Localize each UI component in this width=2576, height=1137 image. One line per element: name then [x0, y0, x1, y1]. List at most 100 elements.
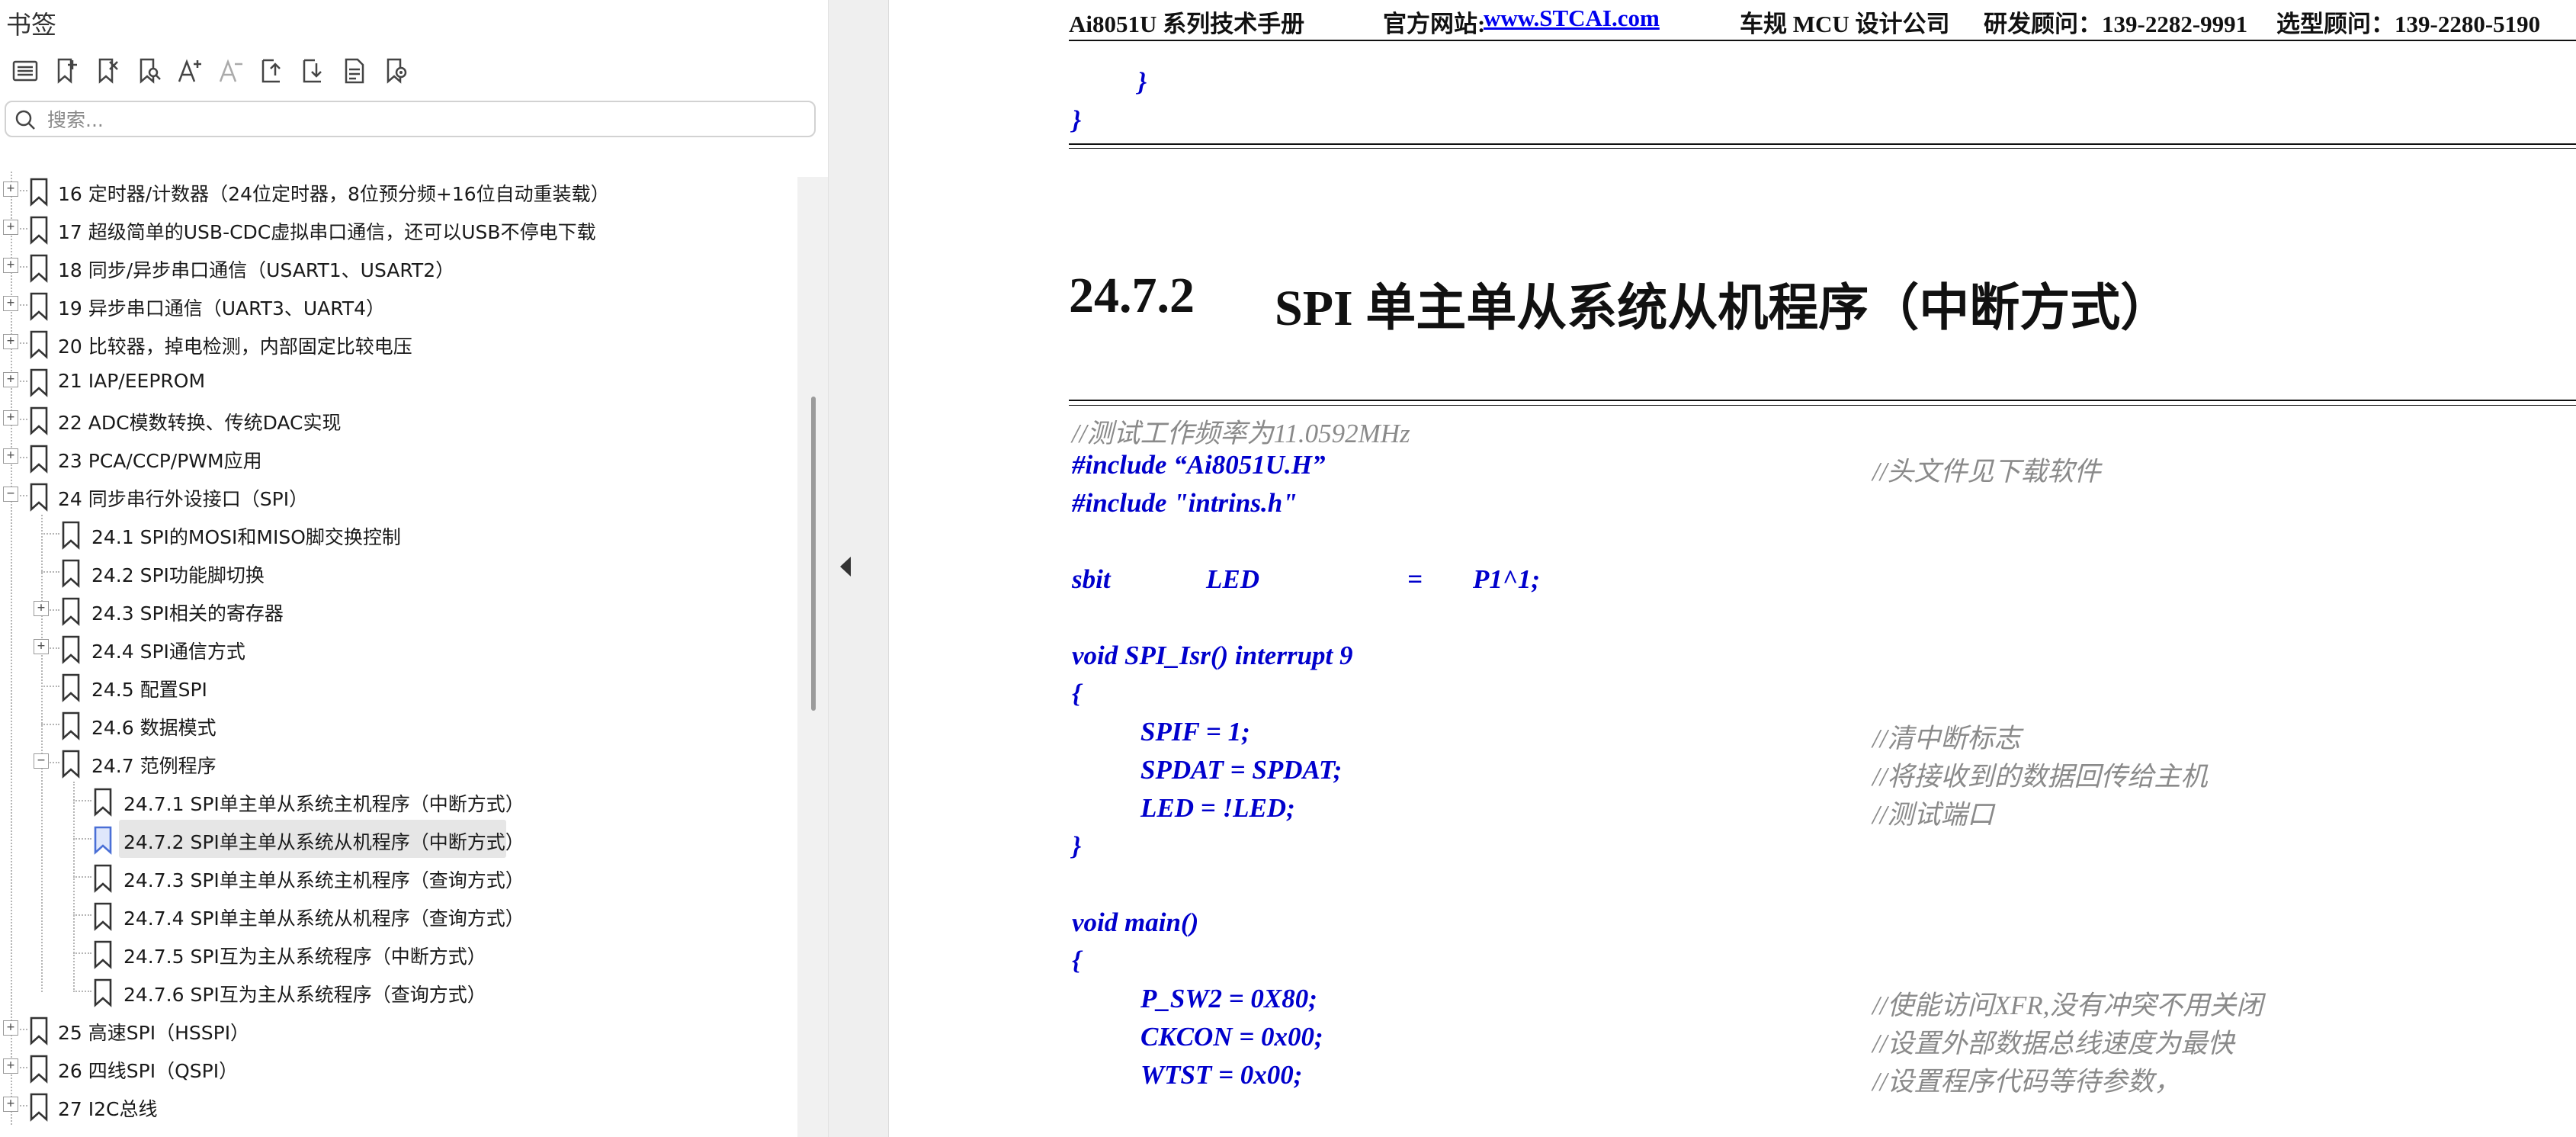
search-icon [15, 110, 35, 130]
expand-icon[interactable]: + [3, 1097, 18, 1112]
tree-item-label: 26 四线SPI（QSPI） [58, 1060, 239, 1082]
collapse-icon[interactable]: − [34, 753, 49, 769]
bookmark-icon [61, 559, 81, 588]
tree-item[interactable]: − 24 同步串行外设接口（SPI） [0, 477, 793, 515]
expand-icon[interactable]: + [3, 296, 18, 311]
expand-icon[interactable]: + [3, 258, 18, 273]
code-comment: //测试工作频率为11.0592MHz [1072, 419, 1410, 448]
expand-icon[interactable]: + [3, 448, 18, 464]
tree-item-label: 16 定时器/计数器（24位定时器，8位预分频+16位自动重装载） [58, 183, 610, 205]
tree-item[interactable]: 24.7.4 SPI单主单从系统从机程序（查询方式） [0, 896, 793, 934]
bookmark-settings-icon[interactable] [375, 52, 416, 90]
expand-icon[interactable]: + [3, 181, 18, 197]
tree-item[interactable]: 24.6 数据模式 [0, 705, 793, 744]
tree-item-label: 24.7.2 SPI单主单从系统从机程序（中断方式） [124, 831, 525, 853]
collapse-panel-icon[interactable] [836, 554, 857, 580]
tree-item-label: 24.7.3 SPI单主单从系统主机程序（查询方式） [124, 869, 525, 891]
search-input[interactable] [46, 105, 804, 134]
code-line: LED = !LED; [1140, 793, 1295, 823]
expand-icon[interactable]: + [34, 601, 49, 616]
bookmark-icon [29, 216, 49, 245]
code-line: P_SW2 = 0X80; [1140, 984, 1317, 1013]
tree-item[interactable]: +26 四线SPI（QSPI） [0, 1049, 793, 1087]
tree-item[interactable]: 24.7.6 SPI互为主从系统程序（查询方式） [0, 972, 793, 1010]
code-line: } [1072, 831, 1082, 861]
tree-item[interactable]: +25 高速SPI（HSSPI） [0, 1010, 793, 1049]
tree-item[interactable]: 24.2 SPI功能脚切换 [0, 553, 793, 591]
tree-item-label: 24.7.6 SPI互为主从系统程序（查询方式） [124, 984, 486, 1006]
tree-item-label: 24.6 数据模式 [91, 717, 217, 739]
tree-item[interactable]: 24.7.5 SPI互为主从系统程序（中断方式） [0, 934, 793, 972]
bookmark-list-icon[interactable] [5, 52, 46, 90]
tree-item[interactable]: +17 超级简单的USB-CDC虚拟串口通信，还可以USB不停电下载 [0, 210, 793, 248]
bookmark-icon [61, 597, 81, 626]
code-comment: //头文件见下载软件 [1872, 457, 2101, 487]
collapse-icon[interactable]: − [3, 487, 18, 502]
expand-icon[interactable]: + [3, 1020, 18, 1036]
tree-item-label: 24.5 配置SPI [91, 679, 207, 701]
tree-guide [41, 533, 59, 535]
shrink-font-icon[interactable] [210, 52, 252, 90]
expand-icon[interactable]: + [3, 1058, 18, 1074]
tree-guide [73, 876, 91, 878]
tree-item-label: 23 PCA/CCP/PWM应用 [58, 450, 262, 472]
bookmark-icon [29, 368, 49, 397]
code-token: LED [1206, 564, 1259, 594]
tree-item[interactable]: 24.1 SPI的MOSI和MISO脚交换控制 [0, 515, 793, 553]
code-comment: //设置外部数据总线速度为最快 [1872, 1029, 2234, 1058]
code-line: { [1072, 946, 1082, 975]
delete-bookmark-icon[interactable] [87, 52, 128, 90]
find-bookmark-icon[interactable] [128, 52, 169, 90]
tree-item[interactable]: +18 同步/异步串口通信（USART1、USART2） [0, 248, 793, 286]
tree-item[interactable]: +23 PCA/CCP/PWM应用 [0, 438, 793, 477]
tree-guide [41, 724, 59, 725]
tree-item[interactable]: 24.5 配置SPI [0, 667, 793, 705]
code-line: SPDAT = SPDAT; [1140, 755, 1343, 785]
tree-item[interactable]: 24.7.2 SPI单主单从系统从机程序（中断方式） [0, 820, 793, 858]
code-line: } [1137, 67, 1147, 97]
tree-item-label: 27 I2C总线 [58, 1098, 158, 1120]
bookmark-icon [93, 826, 113, 855]
header-dev-contact: 研发顾问：139-2282-9991 [1984, 11, 2248, 37]
bookmark-icon [61, 711, 81, 740]
panel-title: 书签 [6, 10, 56, 40]
code-block-rule [1069, 143, 2576, 145]
tree-item[interactable]: 24.7.3 SPI单主单从系统主机程序（查询方式） [0, 858, 793, 896]
tree-item[interactable]: +24.3 SPI相关的寄存器 [0, 591, 793, 629]
tree-item[interactable]: +19 异步串口通信（UART3、UART4） [0, 286, 793, 324]
bookmark-icon [61, 750, 81, 779]
expand-icon[interactable]: + [3, 410, 18, 426]
collapse-all-icon[interactable] [293, 52, 334, 90]
expand-icon[interactable]: + [3, 334, 18, 349]
tree-guide [73, 991, 91, 992]
tree-item[interactable]: +16 定时器/计数器（24位定时器，8位预分频+16位自动重装载） [0, 172, 793, 210]
code-comment: //清中断标志 [1872, 724, 2021, 753]
tree-item[interactable]: +22 ADC模数转换、传统DAC实现 [0, 400, 793, 438]
scrollbar-thumb[interactable] [811, 397, 816, 711]
tree-item[interactable]: +27 I2C总线 [0, 1087, 793, 1125]
tree-item[interactable]: − 24.7 范例程序 [0, 744, 793, 782]
tree-item[interactable]: 24.7.1 SPI单主单从系统主机程序（中断方式） [0, 782, 793, 820]
bookmark-icon [29, 445, 49, 474]
tree-item-label: 24.7.1 SPI单主单从系统主机程序（中断方式） [124, 793, 525, 815]
bookmark-page-icon[interactable] [334, 52, 375, 90]
code-token: P1^1; [1473, 564, 1540, 594]
tree-item[interactable]: +24.4 SPI通信方式 [0, 629, 793, 667]
expand-all-icon[interactable] [252, 52, 293, 90]
expand-icon[interactable]: + [3, 220, 18, 235]
tree-item[interactable]: +20 比较器，掉电检测，内部固定比较电压 [0, 324, 793, 362]
header-sel-contact: 选型顾问：139-2280-5190 [2276, 11, 2541, 37]
expand-icon[interactable]: + [3, 372, 18, 387]
bookmark-icon [29, 254, 49, 283]
header-rule [1069, 40, 2576, 41]
tree-guide [73, 952, 91, 954]
expand-icon[interactable]: + [34, 639, 49, 654]
tree-item[interactable]: +21 IAP/EEPROM [0, 362, 793, 400]
bookmark-icon [29, 330, 49, 359]
header-website-link[interactable]: www.STCAI.com [1484, 5, 1660, 32]
add-bookmark-icon[interactable] [46, 52, 87, 90]
code-block-rule [1069, 148, 2576, 149]
code-line: void main() [1072, 907, 1199, 937]
header-product: Ai8051U 系列技术手册 [1069, 11, 1305, 37]
enlarge-font-icon[interactable] [169, 52, 210, 90]
